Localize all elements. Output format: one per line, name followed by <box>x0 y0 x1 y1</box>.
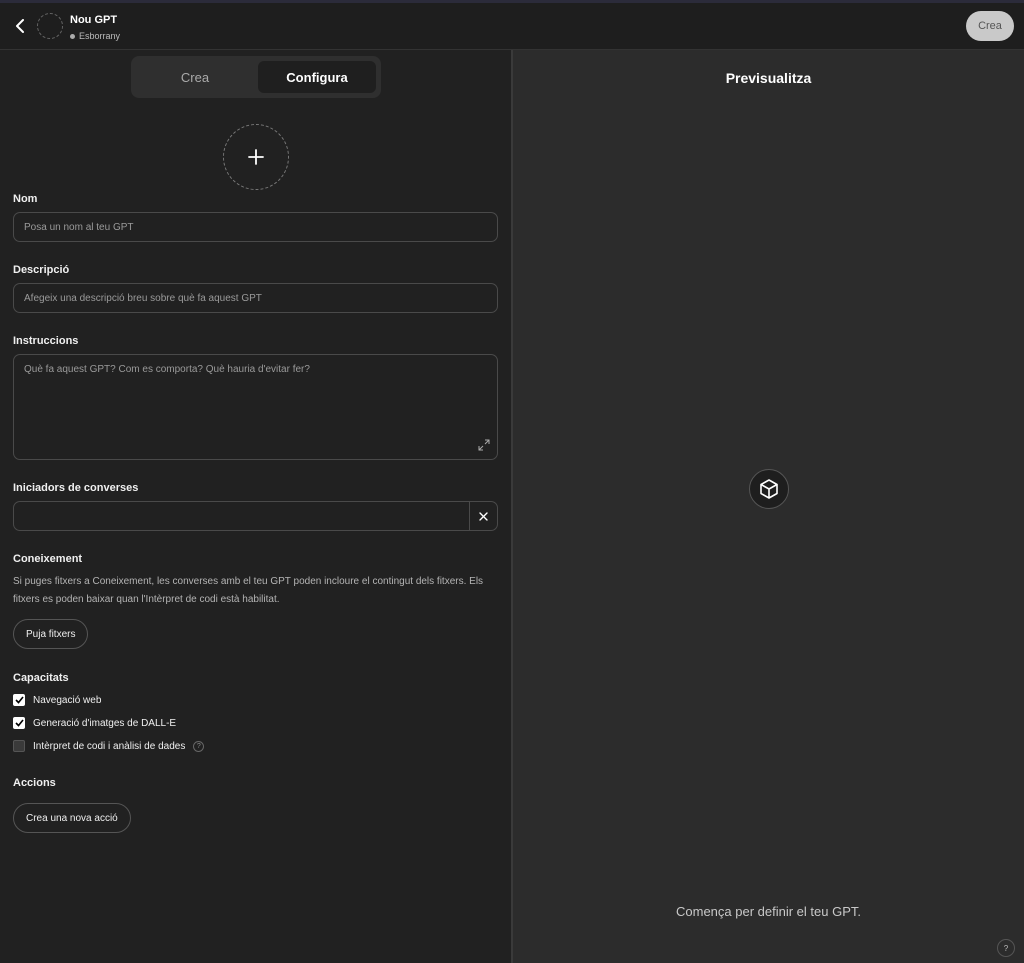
name-input[interactable]: Posa un nom al teu GPT <box>13 212 498 242</box>
knowledge-label: Coneixement <box>13 553 83 565</box>
actions-label: Accions <box>13 777 56 789</box>
gpt-title: Nou GPT <box>70 14 118 26</box>
help-button[interactable]: ? <box>997 939 1015 957</box>
knowledge-description: Si puges fitxers a Coneixement, les conv… <box>13 576 484 605</box>
instructions-label: Instruccions <box>13 335 79 347</box>
question-icon[interactable]: ? <box>193 740 205 752</box>
description-label: Descripció <box>13 264 70 276</box>
instructions-placeholder: Què fa aquest GPT? Com es comporta? Què … <box>24 364 310 375</box>
capability-label: Intèrpret de codi i anàlisi de dades <box>33 740 186 752</box>
checkbox-dalle[interactable] <box>13 717 25 729</box>
capability-code-interpreter[interactable]: Intèrpret de codi i anàlisi de dades ? <box>13 739 205 753</box>
tab-create[interactable]: Crea <box>136 61 254 93</box>
upload-files-button[interactable]: Puja fitxers <box>13 619 89 649</box>
check-icon <box>14 696 24 704</box>
cube-icon <box>760 479 778 499</box>
status-label: Esborrany <box>79 31 121 41</box>
capabilities-label: Capacitats <box>13 672 69 684</box>
gpt-status: Esborrany <box>70 31 120 41</box>
mode-tabs: Crea Configura <box>131 56 381 98</box>
check-icon <box>14 719 24 727</box>
top-bar: Nou GPT Esborrany Crea <box>0 0 1024 50</box>
tab-configure[interactable]: Configura <box>258 61 376 93</box>
capability-label: Navegació web <box>33 694 102 706</box>
expand-icon[interactable] <box>478 439 490 451</box>
instructions-textarea[interactable]: Què fa aquest GPT? Com es comporta? Què … <box>13 354 498 460</box>
gpt-avatar <box>37 13 63 39</box>
starters-label: Iniciadors de converses <box>13 482 139 494</box>
capability-web-browsing[interactable]: Navegació web <box>13 693 101 707</box>
capability-label: Generació d'imatges de DALL-E <box>33 717 177 729</box>
preview-hint: Comença per definir el teu GPT. <box>676 904 861 919</box>
checkbox-code-interpreter[interactable] <box>13 740 25 752</box>
editor-panel: Crea Configura Nom Posa un nom al teu GP… <box>0 50 511 963</box>
capability-dalle[interactable]: Generació d'imatges de DALL-E <box>13 716 176 730</box>
close-icon <box>479 511 488 521</box>
checkbox-web-browsing[interactable] <box>13 694 25 706</box>
chevron-left-icon <box>16 19 24 33</box>
conversation-starter-input[interactable] <box>13 501 498 531</box>
starter-clear-button[interactable] <box>469 502 497 530</box>
gpt-logo <box>749 469 789 509</box>
preview-title: Previsualitza <box>725 70 812 86</box>
status-dot-icon <box>70 33 75 39</box>
create-action-button[interactable]: Crea una nova acció <box>13 803 131 833</box>
preview-panel: Previsualitza Comença per definir el teu… <box>511 50 1024 963</box>
plus-icon <box>248 149 264 165</box>
back-button[interactable] <box>10 15 30 37</box>
description-input[interactable]: Afegeix una descripció breu sobre què fa… <box>13 283 498 313</box>
name-label: Nom <box>13 193 38 205</box>
avatar-upload-button[interactable] <box>223 124 289 190</box>
create-gpt-button[interactable]: Crea <box>966 11 1014 41</box>
